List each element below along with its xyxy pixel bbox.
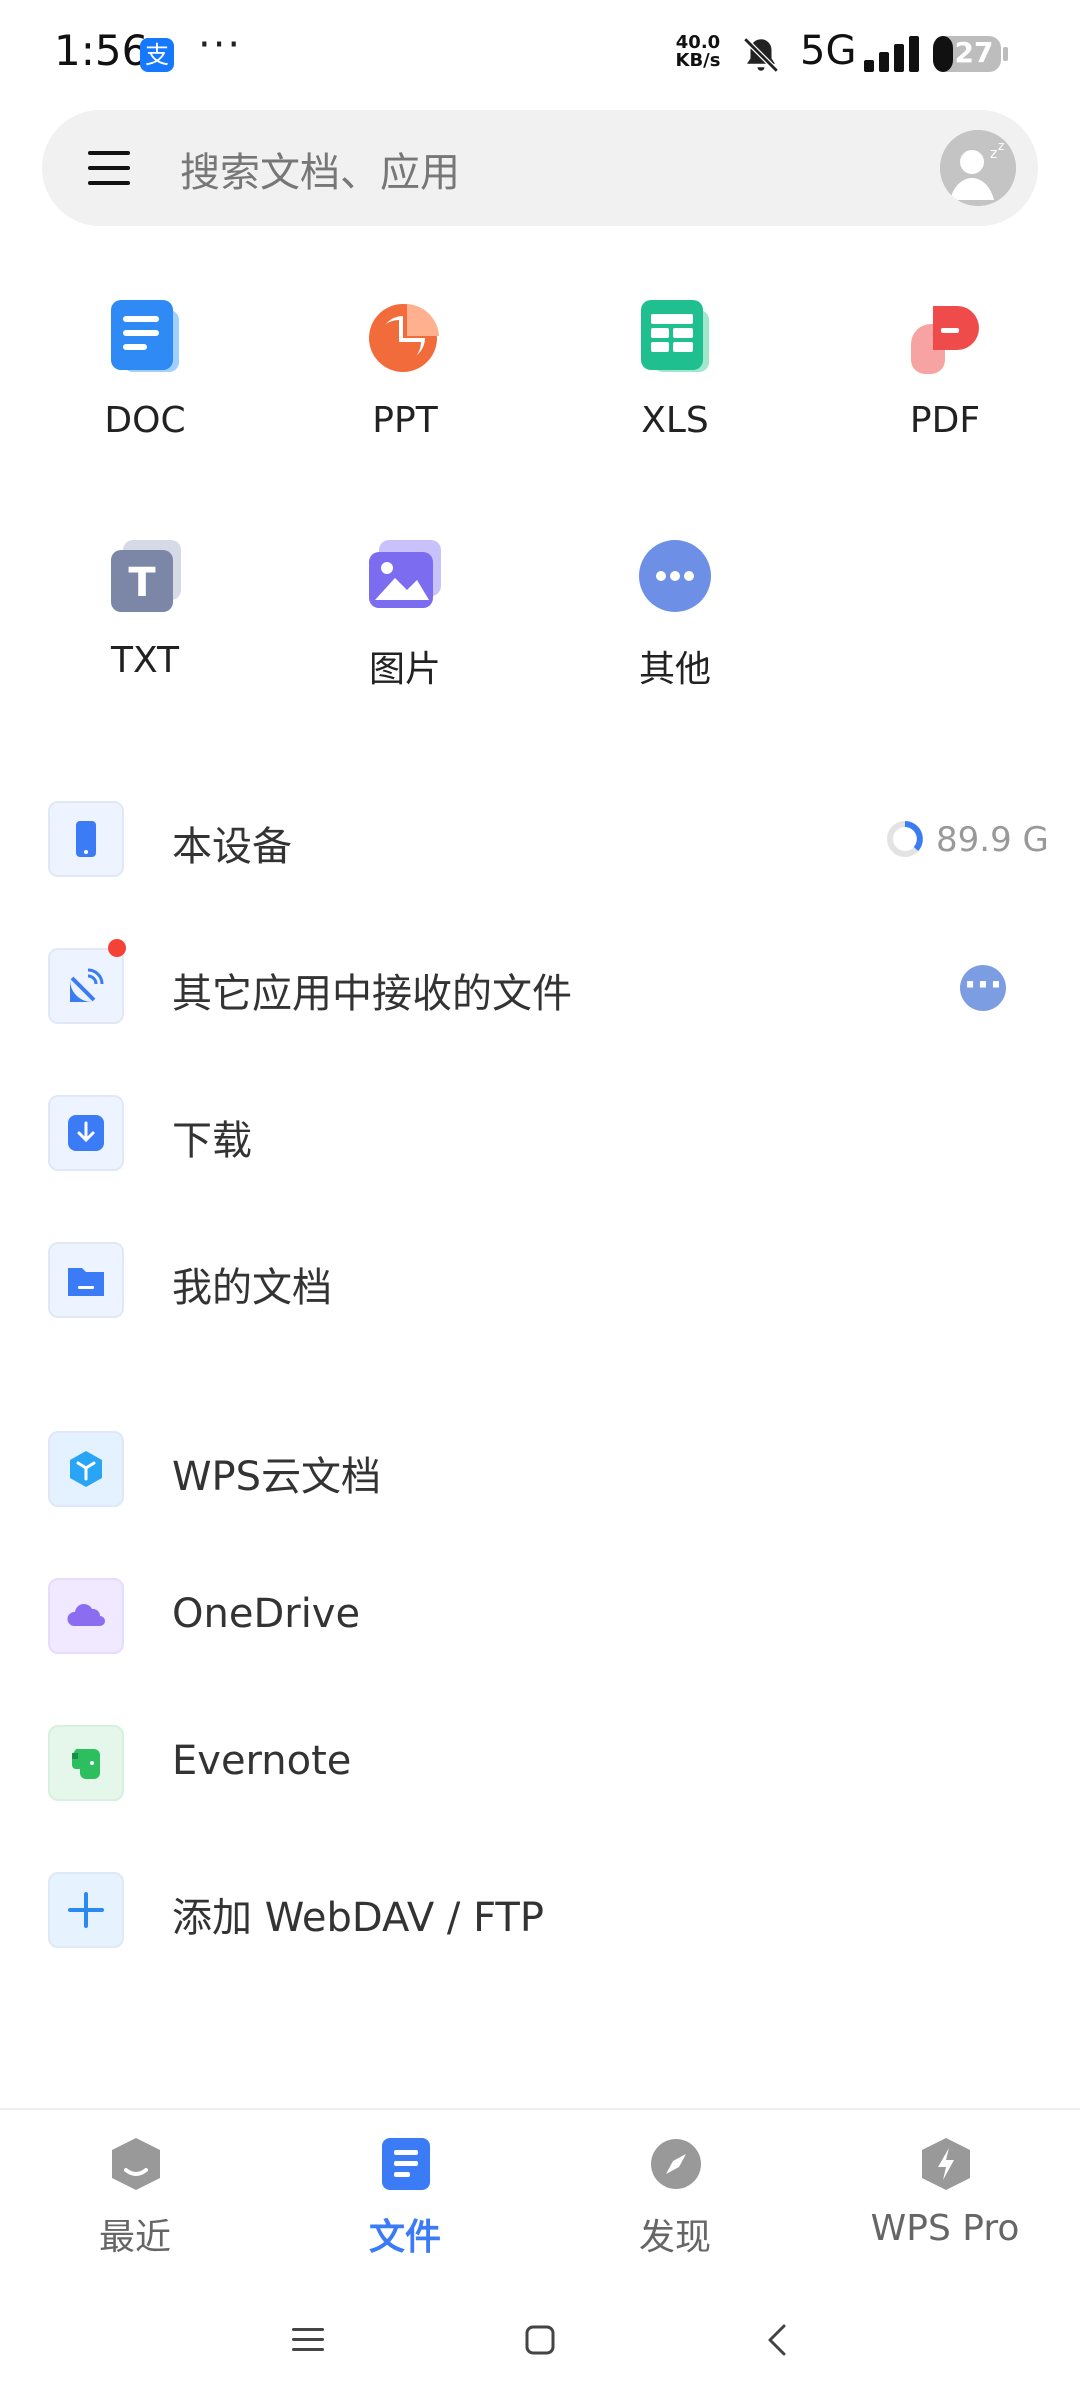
folder-icon bbox=[68, 1268, 104, 1296]
onedrive-icon bbox=[67, 1604, 105, 1626]
download-icon bbox=[68, 1115, 104, 1151]
storage-item-my-documents[interactable]: 我的文档 bbox=[0, 1211, 1080, 1351]
nav-wps-pro[interactable]: WPS Pro bbox=[810, 2110, 1080, 2270]
storage-size: 89.9 G bbox=[936, 820, 1049, 860]
storage-item-label: 其它应用中接收的文件 bbox=[172, 971, 572, 1017]
nav-label: WPS Pro bbox=[870, 2208, 1020, 2249]
notification-dots: ··· bbox=[198, 22, 243, 68]
nav-files[interactable]: 文件 bbox=[270, 2110, 540, 2270]
search-input[interactable]: 搜索文档、应用 bbox=[180, 140, 460, 198]
storage-item-wps-cloud[interactable]: WPS云文档 bbox=[0, 1400, 1080, 1540]
alipay-icon: 支 bbox=[140, 38, 174, 72]
wps-pro-icon bbox=[922, 2138, 970, 2190]
ppt-icon bbox=[369, 304, 439, 372]
file-type-image[interactable]: 图片 bbox=[295, 520, 515, 700]
nav-recent[interactable]: 最近 bbox=[0, 2110, 270, 2270]
file-type-label: XLS bbox=[641, 400, 709, 441]
storage-item-label: Evernote bbox=[172, 1738, 352, 1784]
file-type-label: 图片 bbox=[368, 649, 441, 690]
recent-icon bbox=[112, 2138, 160, 2190]
svg-text:z: z bbox=[998, 139, 1004, 153]
doc-icon bbox=[111, 300, 179, 372]
network-type: 5G bbox=[800, 28, 857, 74]
more-icon bbox=[639, 540, 711, 612]
signal-icon bbox=[864, 36, 919, 72]
file-type-label: PDF bbox=[909, 400, 981, 441]
file-type-doc[interactable]: DOC bbox=[35, 280, 255, 460]
evernote-icon bbox=[72, 1749, 100, 1779]
xls-icon bbox=[641, 300, 709, 372]
phone-icon bbox=[76, 821, 96, 857]
storage-item-device[interactable]: 本设备 89.9 G bbox=[0, 770, 1080, 910]
svg-text:T: T bbox=[128, 560, 156, 606]
net-speed-unit: KB/s bbox=[675, 50, 721, 71]
compass-icon bbox=[651, 2139, 701, 2189]
plus-icon bbox=[68, 1892, 104, 1928]
storage-ring-icon bbox=[887, 821, 923, 857]
home-icon[interactable] bbox=[518, 2318, 562, 2362]
battery-level: 27 bbox=[954, 36, 994, 69]
bell-off-icon bbox=[743, 37, 779, 73]
storage-item-label: WPS云文档 bbox=[172, 1454, 382, 1500]
file-type-label: PPT bbox=[372, 400, 438, 441]
storage-item-label: 下载 bbox=[172, 1118, 252, 1164]
storage-item-onedrive[interactable]: OneDrive bbox=[0, 1547, 1080, 1687]
storage-item-label: OneDrive bbox=[172, 1591, 361, 1637]
back-icon[interactable] bbox=[756, 2318, 800, 2362]
avatar[interactable]: z z bbox=[940, 130, 1016, 206]
storage-item-add-webdav[interactable]: 添加 WebDAV / FTP bbox=[0, 1841, 1080, 1981]
nav-discover[interactable]: 发现 bbox=[540, 2110, 810, 2270]
cloud-box-icon bbox=[70, 1451, 102, 1487]
file-type-grid: DOC PPT XLS PDF T TXT 图片 其他 bbox=[0, 280, 1080, 720]
file-type-ppt[interactable]: PPT bbox=[295, 280, 515, 460]
file-type-label: TXT bbox=[110, 640, 179, 681]
nav-label: 最近 bbox=[98, 2217, 171, 2258]
storage-item-evernote[interactable]: Evernote bbox=[0, 1694, 1080, 1834]
file-type-pdf[interactable]: PDF bbox=[835, 280, 1055, 460]
satellite-icon bbox=[70, 968, 104, 1002]
more-options-icon[interactable]: ··· bbox=[960, 965, 1006, 1011]
storage-item-received[interactable]: 其它应用中接收的文件 ··· bbox=[0, 917, 1080, 1057]
notification-dot bbox=[108, 939, 126, 957]
menu-icon[interactable] bbox=[86, 145, 132, 191]
image-icon bbox=[369, 540, 441, 608]
net-speed: 40.0 KB/s bbox=[670, 34, 726, 70]
file-type-txt[interactable]: T TXT bbox=[35, 520, 255, 700]
pdf-icon bbox=[911, 306, 979, 374]
files-icon bbox=[382, 2138, 430, 2190]
file-type-label: 其他 bbox=[638, 649, 711, 690]
user-avatar-icon: z z bbox=[940, 130, 1016, 206]
nav-label: 文件 bbox=[368, 2217, 441, 2258]
txt-icon: T bbox=[111, 540, 181, 612]
search-bar[interactable]: 搜索文档、应用 z z bbox=[42, 110, 1038, 226]
storage-item-download[interactable]: 下载 bbox=[0, 1064, 1080, 1204]
file-type-label: DOC bbox=[104, 400, 186, 441]
bottom-nav: 最近 文件 发现 WPS Pro bbox=[0, 2108, 1080, 2270]
status-bar: 1:56 支 ··· 40.0 KB/s 5G 27 bbox=[0, 0, 1080, 108]
svg-text:z: z bbox=[990, 146, 997, 162]
status-time: 1:56 bbox=[54, 26, 149, 75]
recents-menu-icon[interactable] bbox=[286, 2318, 330, 2362]
storage-item-label: 本设备 bbox=[172, 824, 292, 870]
file-type-xls[interactable]: XLS bbox=[565, 280, 785, 460]
file-type-other[interactable]: 其他 bbox=[565, 520, 785, 700]
system-nav-bar bbox=[0, 2290, 1080, 2390]
storage-item-label: 我的文档 bbox=[172, 1265, 332, 1311]
storage-item-label: 添加 WebDAV / FTP bbox=[172, 1895, 544, 1941]
nav-label: 发现 bbox=[638, 2217, 711, 2258]
